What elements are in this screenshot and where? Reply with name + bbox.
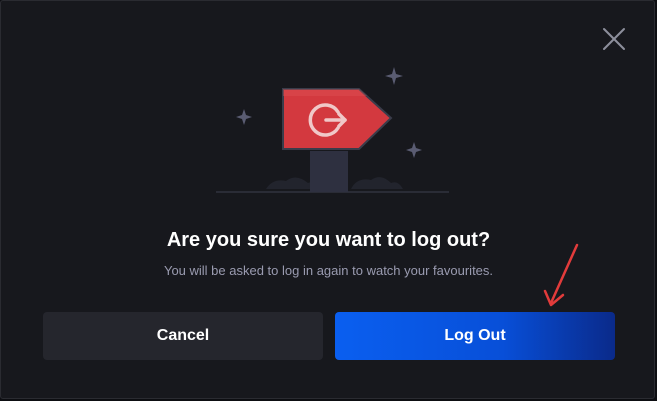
logout-dialog: Are you sure you want to log out? You wi… [0,0,655,399]
logout-button[interactable]: Log Out [335,312,615,360]
red-arrow-annotation [541,239,585,311]
cancel-button[interactable]: Cancel [43,312,323,360]
close-icon[interactable] [600,25,628,53]
close-button[interactable] [600,25,628,53]
signpost-illustration [211,61,451,196]
